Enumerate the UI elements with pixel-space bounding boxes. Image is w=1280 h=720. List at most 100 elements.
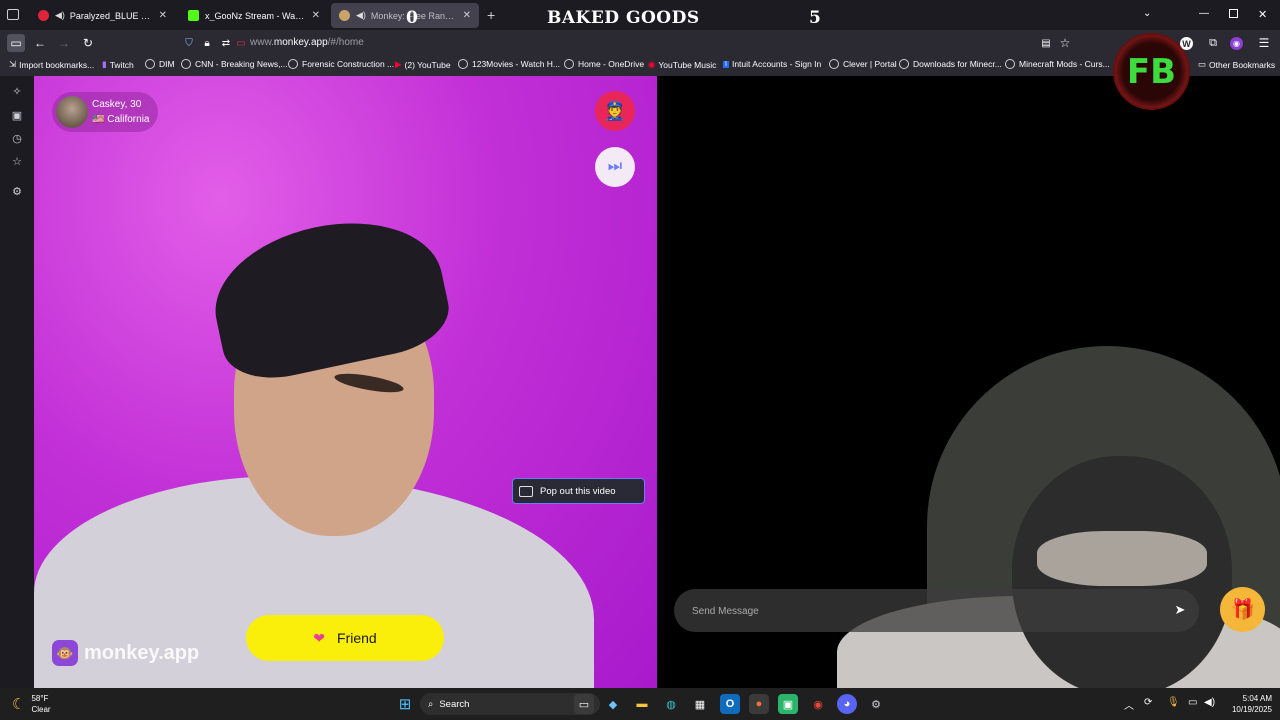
reload-button[interactable]: ↻ [79,34,97,52]
globe-icon [458,59,468,69]
bookmark-import[interactable]: ⇲ Import bookmarks... [9,59,94,70]
tab-paralyzed-blue[interactable]: ◀) Paralyzed_BLUE - Explore y ✕ [30,3,175,28]
bookmark-minecraft-downloads[interactable]: Downloads for Minecr... [899,59,1002,69]
bookmark-youtube[interactable]: ▶ (2) YouTube [395,59,451,70]
app-green-icon[interactable]: ▣ [778,694,798,714]
discord-icon[interactable]: ◕ [837,694,857,714]
speaker-icon[interactable]: ◀) [356,10,366,21]
send-message-input[interactable] [692,603,1152,619]
synced-tabs-icon[interactable]: ▣ [10,108,24,122]
bookmark-other[interactable]: ▭ Other Bookmarks [1198,59,1275,70]
report-police-button[interactable]: 👮 [595,91,635,131]
globe-icon [145,59,155,69]
chrome-icon[interactable]: ◉ [808,694,828,714]
globe-icon [288,59,298,69]
bookmark-twitch[interactable]: ▮ Twitch [102,59,134,70]
globe-icon [829,59,839,69]
outlook-icon[interactable]: O [720,694,740,714]
bookmark-forensic[interactable]: Forensic Construction ... [288,59,394,69]
youtube-icon: ▶ [395,59,402,69]
pop-out-video-button[interactable]: Pop out this video [512,478,645,504]
stream-logo-badge: FB [1113,33,1190,110]
streamer-face-opening [1037,531,1207,586]
list-all-tabs-chevron-icon[interactable]: ⌄ [1143,8,1151,19]
gift-button[interactable]: 🎁 [1220,587,1265,632]
tab-goonz-stream[interactable]: x_GooNz Stream - Watch Live o ✕ [180,3,328,28]
kick-favicon-icon [188,10,199,21]
self-video: ➤ 🎁 [657,76,1280,688]
intuit-icon: I [723,60,729,68]
bookmark-clever[interactable]: Clever | Portal [829,59,897,69]
globe-icon [899,59,909,69]
peer-info-chip[interactable]: Caskey, 30 🇺🇸 California [52,92,158,132]
copilot-icon[interactable]: ◆ [603,694,623,714]
speaker-icon[interactable]: ◀) [55,10,65,21]
tab-monkey[interactable]: ◀) Monkey: Free Random Vide ✕ [331,3,479,28]
settings-app-icon[interactable]: ⚙ [866,694,886,714]
store-icon[interactable]: ▦ [690,694,710,714]
profile-icon[interactable]: ◉ [1230,37,1243,50]
edge-icon[interactable]: ◍ [661,694,681,714]
skip-next-button[interactable]: ⏭ [595,147,635,187]
bookmark-intuit[interactable]: I Intuit Accounts - Sign In [723,59,821,69]
url-bar[interactable]: www.monkey.app/#/home [250,37,364,48]
bookmark-onedrive[interactable]: Home - OneDrive [564,59,644,69]
tracking-shield-icon[interactable]: ⛉ [180,34,198,52]
bookmarks-star-icon[interactable]: ☆ [10,154,24,168]
tray-overflow-chevron-icon[interactable]: ︿ [1124,697,1134,712]
lock-icon[interactable]: 🔒︎ [198,34,216,52]
globe-icon [564,59,574,69]
peer-name: Caskey, 30 [92,99,142,110]
start-windows-icon[interactable]: ⊞ [395,694,415,714]
bookmark-star-icon[interactable]: ☆ [1056,34,1074,52]
peer-video: Caskey, 30 🇺🇸 California 👮 ⏭ Pop out thi… [34,76,657,688]
tray-display-icon[interactable]: ▭ [1188,697,1197,708]
us-flag-icon: 🇺🇸 [92,114,105,125]
twitch-icon: ▮ [102,59,107,69]
firefox-icon[interactable]: ● [749,694,769,714]
back-button[interactable]: ← [31,34,49,52]
ai-chat-sparkle-icon[interactable]: ✧ [10,84,24,98]
maximize-icon[interactable] [1229,9,1238,18]
gift-icon: 🎁 [1230,599,1255,621]
weather-widget[interactable]: ☾ 58°F Clear [12,693,51,715]
extensions-puzzle-icon[interactable]: ⧉ [1204,34,1222,52]
navigation-bar: ▭ ← → ↻ ⛉ 🔒︎ ⇄ ▭ www.monkey.app/#/home ▤… [0,30,1280,56]
tray-mic-icon[interactable]: 🎙︎ [1167,697,1180,708]
close-tab-icon[interactable]: ✕ [312,10,320,21]
monkey-watermark: 🐵 monkey.app [52,640,199,666]
taskbar-search[interactable]: ⌕ Search [420,693,600,715]
folder-icon: ▭ [1198,59,1207,69]
task-view-icon[interactable]: ▭ [574,694,594,714]
system-clock[interactable]: 5:04 AM 10/19/2025 [1222,693,1272,715]
new-tab-button[interactable]: + [487,7,495,23]
close-tab-icon[interactable]: ✕ [159,10,167,21]
tray-sync-icon[interactable]: ⟳ [1144,697,1152,708]
send-icon[interactable]: ➤ [1171,601,1189,619]
sidebar-toggle-icon[interactable]: ▭ [7,34,25,52]
forward-button[interactable]: → [55,34,73,52]
file-explorer-icon[interactable]: ▬ [632,694,652,714]
browser-sidebar: ✧ ▣ ◷ ☆ ⚙ [0,76,34,688]
settings-gear-icon[interactable]: ⚙ [10,184,24,198]
bookmark-123movies[interactable]: 123Movies - Watch H... [458,59,560,69]
moon-icon: ☾ [12,696,26,713]
reader-view-icon[interactable]: ▤ [1037,34,1055,52]
close-window-icon[interactable]: ✕ [1258,8,1267,21]
bookmark-cnn[interactable]: CNN - Breaking News,... [181,59,288,69]
peer-location: 🇺🇸 California [92,114,150,125]
bookmark-dim[interactable]: DIM [145,59,175,69]
tab-strip: ◀) Paralyzed_BLUE - Explore y ✕ x_GooNz … [0,0,1280,30]
import-icon: ⇲ [9,59,17,69]
minimize-icon[interactable]: — [1199,8,1209,19]
close-tab-icon[interactable]: ✕ [463,10,471,21]
tab-list-icon[interactable] [7,9,19,20]
bookmark-minecraft-mods[interactable]: Minecraft Mods - Curs... [1005,59,1110,69]
camera-blocked-icon[interactable]: ▭ [232,34,250,52]
bookmark-youtube-music[interactable]: ◉ YouTube Music [648,59,716,70]
friend-button[interactable]: ❤ Friend [246,615,444,661]
history-clock-icon[interactable]: ◷ [10,131,24,145]
search-icon: ⌕ [428,698,434,710]
menu-hamburger-icon[interactable]: ☰ [1255,34,1273,52]
tray-volume-icon[interactable]: ◀) [1204,697,1215,708]
